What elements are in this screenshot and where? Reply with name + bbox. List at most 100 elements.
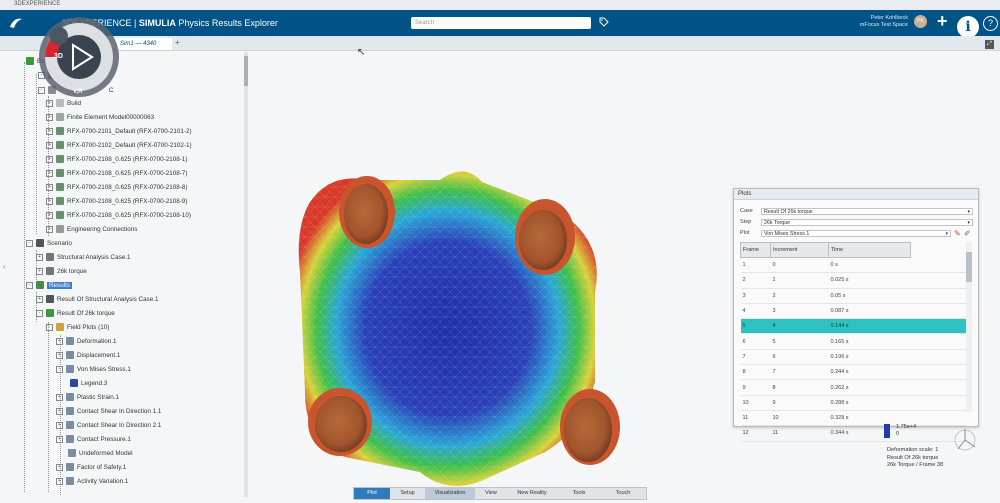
tree-node[interactable]: + RFX-0700-2108_0.625 (RFX-0700-2108-7)	[46, 168, 187, 180]
tree-node[interactable]: + Factor of Safety.1	[56, 462, 126, 474]
table-scrollbar[interactable]	[966, 242, 972, 412]
tree-node[interactable]: - Scenario	[26, 238, 72, 250]
expand-icon[interactable]: +	[46, 197, 53, 205]
action-tab-plot[interactable]: Plot	[354, 488, 390, 499]
table-row[interactable]: 12 11 0.344 s	[740, 425, 966, 442]
user-info[interactable]: Peter Kohlbeck mFocus Test Space	[850, 15, 908, 29]
tree-node[interactable]: + Plastic Strain.1	[56, 392, 119, 404]
table-row[interactable]: 4 3 0.087 s	[740, 303, 966, 320]
compass-widget[interactable]: 3D V,R	[34, 12, 124, 102]
collapse-panel-icon[interactable]: ‹	[3, 262, 6, 271]
tree-node[interactable]: + Displacement.1	[56, 350, 120, 362]
expand-icon[interactable]: +	[46, 141, 53, 149]
expand-icon[interactable]: +	[46, 169, 53, 177]
ds-logo-icon[interactable]	[8, 15, 24, 31]
table-row[interactable]: 10 9 0.288 s	[740, 395, 966, 411]
case-select[interactable]: Result Of 26k torque	[761, 208, 973, 216]
legend-color-bar[interactable]	[884, 424, 890, 438]
action-tab-tools[interactable]: Tools	[558, 488, 600, 499]
info-icon[interactable]: i	[957, 16, 979, 38]
tree-node[interactable]: + RFX-0700-2108_0.625 (RFX-0700-2108-10)	[46, 210, 191, 222]
tree-node[interactable]: + RFX-0700-2102_Default (RFX-0700-2102-1)	[46, 140, 192, 152]
help-icon[interactable]: ?	[983, 16, 998, 31]
expand-icon[interactable]: +	[36, 295, 43, 303]
action-tab-view[interactable]: View	[476, 488, 506, 499]
table-row[interactable]: 2 1 0.025 s	[740, 272, 966, 289]
tag-icon[interactable]	[599, 17, 609, 29]
expand-icon[interactable]: +	[56, 393, 63, 401]
table-row[interactable]: 8 7 0.244 s	[740, 364, 966, 381]
collapse-icon[interactable]: -	[36, 309, 43, 317]
specification-tree: Bui - -C +Build +Finite Element Model000…	[10, 52, 245, 501]
table-row-selected[interactable]: 5 4 0.144 s	[740, 318, 966, 335]
table-row[interactable]: 6 5 0.165 s	[740, 333, 966, 350]
tree-scrollbar[interactable]	[244, 52, 248, 497]
col-time[interactable]: Time	[828, 242, 911, 258]
add-icon[interactable]: +	[937, 11, 948, 32]
expand-icon[interactable]: +	[46, 211, 53, 219]
action-tab-setup[interactable]: Setup	[391, 488, 424, 499]
tree-node[interactable]: Undeformed Model	[68, 448, 133, 460]
tree-node[interactable]: + Structural Analysis Case.1	[36, 252, 131, 264]
tree-node[interactable]: + Contact Pressure.1	[56, 434, 131, 446]
tree-node[interactable]: - Von Mises Stress.1	[56, 364, 131, 376]
tree-node[interactable]: + Result Of Structural Analysis Case.1	[36, 294, 159, 306]
expand-icon[interactable]: +	[56, 477, 63, 485]
tree-node[interactable]: + RFX-0700-2108_0.625 (RFX-0700-2108-9)	[46, 196, 187, 208]
expand-icon[interactable]: +	[56, 463, 63, 471]
expand-icon[interactable]: +	[36, 267, 43, 275]
action-tab-touch[interactable]: Touch	[601, 488, 645, 499]
action-tab-visualization[interactable]: Visualization	[425, 488, 475, 499]
expand-icon[interactable]: +	[46, 183, 53, 191]
expand-icon[interactable]: +	[56, 435, 63, 443]
table-row[interactable]: 11 10 0.328 s	[740, 410, 966, 427]
tree-node[interactable]: + Contact Shear In Direction 1.1	[56, 406, 161, 418]
collapse-icon[interactable]: -	[46, 323, 53, 331]
expand-icon[interactable]: +	[56, 421, 63, 429]
tree-node[interactable]: + RFX-0700-2108_0.625 (RFX-0700-2108-1)	[46, 154, 187, 166]
collapse-icon[interactable]: -	[56, 365, 63, 373]
tree-node[interactable]: - Result Of 26k torque	[36, 308, 115, 320]
tree-node[interactable]: + Activity Variation.1	[56, 476, 128, 488]
action-tab-new-reality[interactable]: New Reality	[507, 488, 557, 499]
new-tab-icon[interactable]: +	[175, 38, 180, 47]
expand-icon[interactable]: +	[56, 351, 63, 359]
plot-icon	[66, 351, 74, 360]
tree-node[interactable]: +26k torque	[36, 266, 87, 278]
tree-node[interactable]: - Results	[26, 280, 72, 292]
collapse-icon[interactable]: -	[26, 239, 33, 247]
table-row[interactable]: 9 8 0.262 s	[740, 379, 966, 396]
tree-node[interactable]: + Finite Element Model00000063	[46, 112, 154, 124]
collapse-icon[interactable]: -	[26, 281, 33, 289]
fullscreen-icon[interactable]: ⤢	[985, 40, 994, 49]
expand-icon[interactable]: +	[46, 127, 53, 135]
tree-node[interactable]: + Engineering Connections	[46, 224, 137, 236]
table-row[interactable]: 3 2 0.05 s	[740, 288, 966, 304]
step-select[interactable]: 26k Torque	[761, 219, 973, 227]
expand-icon[interactable]: +	[56, 337, 63, 345]
expand-icon[interactable]: +	[36, 253, 43, 261]
tree-node[interactable]: - Field Plots (10)	[46, 322, 109, 334]
scrollbar-thumb[interactable]	[966, 252, 972, 282]
tree-node-label: Result Of 26k torque	[57, 310, 115, 317]
col-increment[interactable]: Increment	[770, 242, 829, 258]
expand-icon[interactable]: +	[46, 113, 53, 121]
tree-node[interactable]: Legend.3	[70, 378, 107, 390]
plot-options-icon[interactable]: ✎	[954, 229, 963, 238]
tree-node[interactable]: + RFX-0700-2101_Default (RFX-0700-2101-2)	[46, 126, 192, 138]
scrollbar-thumb[interactable]	[244, 56, 248, 86]
expand-icon[interactable]: +	[46, 155, 53, 163]
plot-edit-icon[interactable]: ✐	[964, 229, 973, 238]
table-row[interactable]: 100 s	[740, 257, 966, 274]
tree-node[interactable]: + Contact Shear In Direction 2.1	[56, 420, 161, 432]
col-frame[interactable]: Frame	[740, 242, 771, 258]
plot-select[interactable]: Von Mises Stress.1	[761, 230, 951, 238]
avatar[interactable]: PK	[914, 15, 927, 28]
search-input[interactable]: Search	[411, 17, 591, 29]
tree-node[interactable]: + Deformation.1	[56, 336, 117, 348]
tree-node[interactable]: + RFX-0700-2108_0.625 (RFX-0700-2108-8)	[46, 182, 187, 194]
expand-icon[interactable]: +	[46, 225, 53, 233]
expand-icon[interactable]: +	[56, 407, 63, 415]
axis-triad-icon[interactable]	[950, 425, 980, 455]
table-row[interactable]: 7 6 0.196 s	[740, 349, 966, 366]
